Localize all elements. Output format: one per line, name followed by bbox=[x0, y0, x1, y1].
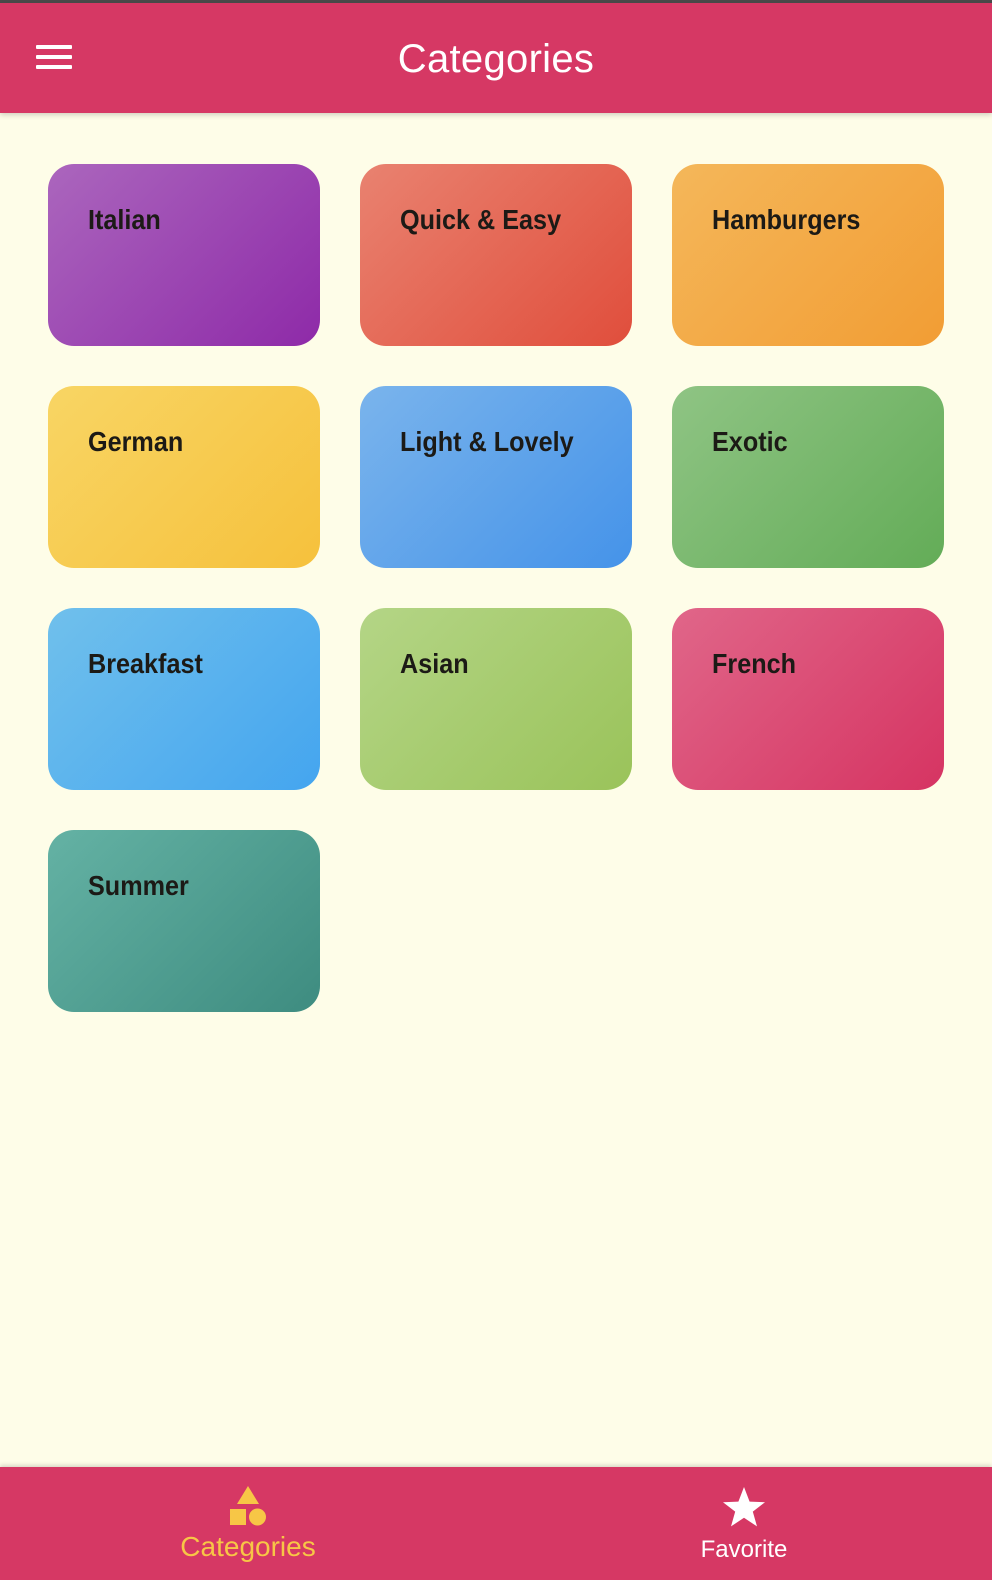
category-tile-german[interactable]: German bbox=[48, 386, 320, 568]
page-title: Categories bbox=[397, 37, 595, 81]
nav-label-favorite: Favorite bbox=[700, 1536, 788, 1563]
category-label: Asian bbox=[400, 648, 469, 679]
category-label: French bbox=[712, 648, 797, 679]
category-label: Hamburgers bbox=[712, 204, 861, 235]
category-shapes-icon bbox=[230, 1486, 266, 1526]
category-tile-quick-easy[interactable]: Quick & Easy bbox=[360, 164, 632, 346]
category-label: German bbox=[88, 426, 184, 457]
nav-label-categories: Categories bbox=[180, 1531, 316, 1562]
category-tile-italian[interactable]: Italian bbox=[48, 164, 320, 346]
category-label: Quick & Easy bbox=[400, 204, 562, 235]
category-grid: Italian Quick & Easy Hamburgers German L… bbox=[48, 164, 948, 1012]
category-label: Italian bbox=[88, 204, 161, 235]
category-tile-exotic[interactable]: Exotic bbox=[672, 386, 944, 568]
app-bar: Categories bbox=[0, 3, 992, 113]
category-label: Exotic bbox=[712, 426, 788, 457]
star-icon bbox=[723, 1487, 765, 1527]
category-label: Light & Lovely bbox=[400, 426, 574, 457]
category-tile-summer[interactable]: Summer bbox=[48, 830, 320, 1012]
category-tile-french[interactable]: French bbox=[672, 608, 944, 790]
category-tile-hamburgers[interactable]: Hamburgers bbox=[672, 164, 944, 346]
category-tile-light-lovely[interactable]: Light & Lovely bbox=[360, 386, 632, 568]
category-label: Summer bbox=[88, 870, 189, 901]
category-tile-breakfast[interactable]: Breakfast bbox=[48, 608, 320, 790]
category-tile-asian[interactable]: Asian bbox=[360, 608, 632, 790]
category-label: Breakfast bbox=[88, 648, 203, 679]
nav-tab-favorite[interactable]: Favorite bbox=[496, 1467, 992, 1580]
bottom-navigation-bar: Categories Favorite bbox=[0, 1467, 992, 1580]
nav-tab-categories[interactable]: Categories bbox=[0, 1467, 496, 1580]
